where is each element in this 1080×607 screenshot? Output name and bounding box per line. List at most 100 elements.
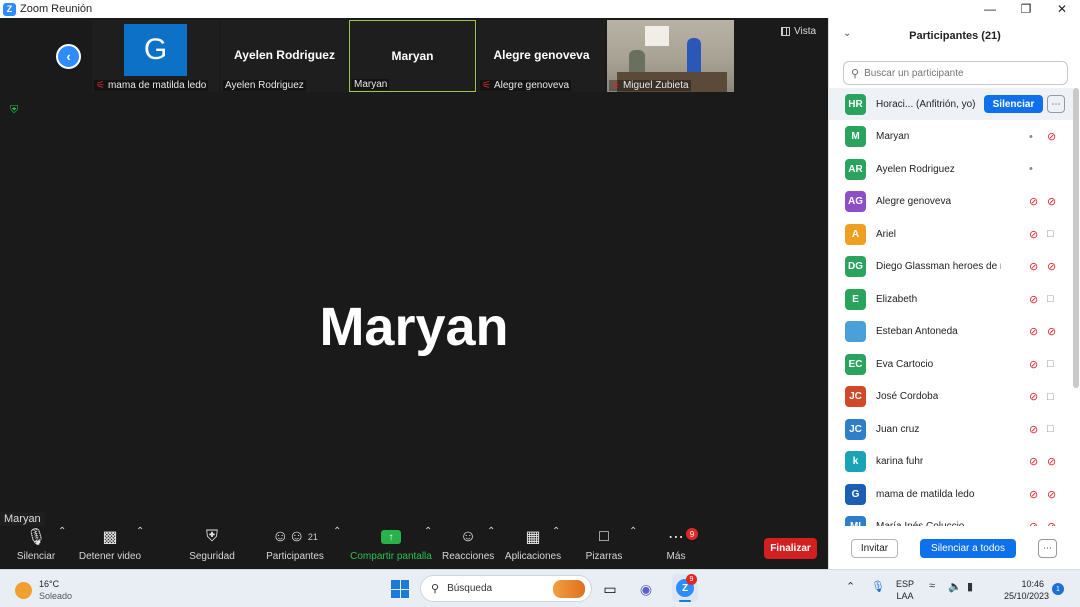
mic-muted-icon[interactable]: ⊘ (1029, 195, 1038, 208)
video-off-icon[interactable]: ⊘ (1047, 488, 1056, 501)
participant-row[interactable]: Gmama de matilda ledo ⊘ ⊘ (829, 478, 1073, 510)
mic-muted-icon[interactable]: ⊘ (1029, 423, 1038, 436)
avatar: M (845, 126, 866, 147)
participant-row[interactable]: JC José Cordoba ⊘ □ (829, 381, 1073, 413)
share-screen-button[interactable]: ↑ Compartir pantalla (350, 526, 432, 562)
participants-button[interactable]: ☺☺ 21 Participantes (266, 526, 324, 562)
microphone-icon[interactable]: • (1029, 131, 1033, 143)
chat-icon[interactable]: ◉ (635, 578, 657, 600)
participant-row[interactable]: EC Eva Cartocio ⊘ □ (829, 348, 1073, 380)
mic-muted-icon[interactable]: ⊘ (1029, 293, 1038, 306)
video-tile[interactable]: Alegre genoveva ⚟ Alegre genoveva (478, 20, 605, 92)
battery-icon[interactable]: ▮ (967, 580, 973, 593)
volume-icon[interactable]: 🔈 (948, 580, 962, 593)
video-camera-icon[interactable]: □ (1047, 423, 1054, 435)
active-speaker-label: Maryan (0, 512, 45, 526)
video-tile-active[interactable]: Maryan Maryan (349, 20, 476, 92)
mic-muted-icon[interactable]: ⊘ (1029, 228, 1038, 241)
mic-muted-icon: ⚟ (96, 80, 105, 91)
mic-muted-icon[interactable]: ⊘ (1029, 390, 1038, 403)
input-language[interactable]: ESP LAA (896, 578, 914, 602)
mic-muted-icon[interactable]: ⊘ (1029, 455, 1038, 468)
clock[interactable]: 10:46 25/10/2023 (1004, 578, 1049, 602)
avatar: AR (845, 158, 866, 180)
avatar: AG (845, 191, 866, 212)
video-tile-camera[interactable]: ⚟ Miguel Zubieta (607, 20, 734, 92)
whiteboards-options-caret[interactable]: ⌃ (629, 526, 637, 537)
weather-widget[interactable]: 16°C Soleado (15, 578, 72, 602)
video-tile[interactable]: Ayelen Rodriguez Ayelen Rodriguez (221, 20, 348, 92)
end-meeting-button[interactable]: Finalizar (764, 538, 817, 559)
tile-name: Ayelen Rodriguez (234, 48, 335, 62)
strip-back-button[interactable]: ‹ (56, 44, 81, 69)
video-off-icon[interactable]: ⊘ (1047, 325, 1056, 338)
security-button[interactable]: ⛨ Seguridad (188, 526, 236, 562)
whiteboards-button[interactable]: □ Pizarras (584, 526, 624, 562)
avatar: k (845, 451, 866, 472)
video-tile[interactable]: G ⚟ mama de matilda ledo (92, 20, 219, 92)
video-off-icon[interactable]: ⊘ (1047, 195, 1056, 208)
search-input[interactable] (864, 67, 1055, 79)
share-options-caret[interactable]: ⌃ (424, 526, 432, 537)
participant-row[interactable]: HR Horaci... (Anfitrión, yo) Silenciar ⋯ (829, 88, 1073, 120)
mute-all-button[interactable]: Silenciar a todos (920, 539, 1016, 558)
minimize-icon[interactable]: — (972, 0, 1008, 18)
invite-button[interactable]: Invitar (851, 539, 898, 558)
video-off-icon[interactable]: ⊘ (1047, 130, 1056, 143)
tray-chevron-up-icon[interactable]: ⌃ (846, 580, 855, 593)
video-options-caret[interactable]: ⌃ (136, 526, 144, 537)
video-off-icon[interactable]: ⊘ (1047, 260, 1056, 273)
mic-muted-icon[interactable]: ⊘ (1029, 520, 1038, 526)
close-icon[interactable]: ✕ (1044, 0, 1080, 18)
apps-options-caret[interactable]: ⌃ (552, 526, 560, 537)
encryption-shield-icon[interactable]: ⛨ (10, 104, 21, 116)
avatar: E (845, 288, 866, 310)
task-view-icon[interactable]: ▭ (599, 578, 621, 600)
participant-row[interactable]: AR Ayelen Rodriguez • (829, 153, 1073, 185)
participant-row[interactable]: A Ariel ⊘ □ (829, 218, 1073, 250)
tray-microphone-icon[interactable]: 🎙 (871, 580, 885, 593)
notification-badge[interactable]: 1 (1052, 583, 1064, 595)
mute-options-caret[interactable]: ⌃ (58, 526, 66, 537)
zoom-taskbar-button[interactable]: Z 9 (672, 574, 698, 602)
participant-row[interactable]: MI María Inés Coluccio ⊘ ⊘ (829, 511, 1073, 526)
video-off-icon[interactable]: ⊘ (1047, 455, 1056, 468)
view-button[interactable]: Vista (781, 26, 816, 37)
wifi-icon[interactable]: ≈ (929, 580, 935, 592)
mic-muted-icon[interactable]: ⊘ (1029, 260, 1038, 273)
participant-list-scrollbar[interactable] (1073, 88, 1079, 388)
stop-video-button[interactable]: ▩ Detener video (78, 526, 142, 562)
participant-name: Juan cruz (876, 423, 920, 435)
participant-row[interactable]: Esteban Antoneda ⊘ ⊘ (829, 316, 1073, 348)
mic-muted-icon[interactable]: ⊘ (1029, 358, 1038, 371)
video-camera-icon[interactable]: □ (1047, 391, 1054, 403)
taskbar-search[interactable]: ⚲ Búsqueda (420, 575, 592, 602)
whiteboard-icon: □ (599, 528, 609, 545)
participant-more-button[interactable]: ⋯ (1047, 95, 1065, 113)
participant-row[interactable]: E Elizabeth ⊘ □ (829, 283, 1073, 315)
avatar: G (845, 483, 866, 505)
video-camera-icon[interactable]: □ (1047, 358, 1054, 370)
taskbar-search-label: Búsqueda (447, 583, 493, 594)
participant-row[interactable]: AG Alegre genoveva ⊘ ⊘ (829, 186, 1073, 218)
view-label: Vista (794, 26, 817, 37)
microphone-icon[interactable]: • (1029, 163, 1033, 175)
maximize-icon[interactable]: ❐ (1008, 0, 1044, 18)
video-camera-icon[interactable]: □ (1047, 293, 1054, 305)
video-off-icon[interactable]: ⊘ (1047, 520, 1056, 526)
participant-row[interactable]: DG Diego Glassman heroes de ma... ⊘ ⊘ (829, 251, 1073, 283)
participant-row[interactable]: k karina fuhr ⊘ ⊘ (829, 446, 1073, 478)
silence-host-button[interactable]: Silenciar (984, 95, 1043, 113)
participant-row[interactable]: JC Juan cruz ⊘ □ (829, 413, 1073, 445)
avatar: EC (845, 353, 866, 375)
mic-muted-icon[interactable]: ⊘ (1029, 325, 1038, 338)
reactions-options-caret[interactable]: ⌃ (487, 526, 495, 537)
participants-options-caret[interactable]: ⌃ (333, 526, 341, 537)
windows-start-icon[interactable] (389, 578, 411, 600)
video-camera-icon[interactable]: □ (1047, 228, 1054, 240)
mic-muted-icon[interactable]: ⊘ (1029, 488, 1038, 501)
participant-row[interactable]: M Maryan • ⊘ (829, 121, 1073, 153)
panel-more-button[interactable]: ⋯ (1038, 539, 1057, 558)
mute-button[interactable]: 🎙 Silenciar (16, 526, 56, 562)
chevron-down-icon[interactable]: ⌄ (843, 28, 851, 39)
